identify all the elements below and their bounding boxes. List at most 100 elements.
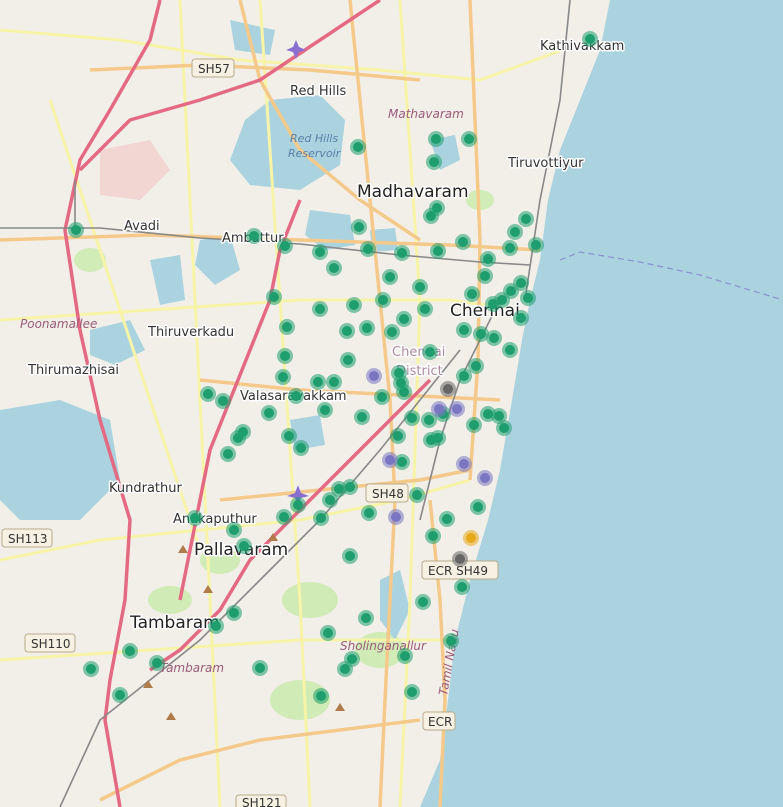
green-marker-core[interactable]: [459, 371, 469, 381]
green-marker-core[interactable]: [361, 613, 371, 623]
green-marker-core[interactable]: [249, 231, 259, 241]
green-marker-core[interactable]: [469, 420, 479, 430]
green-marker-core[interactable]: [152, 658, 162, 668]
green-marker-core[interactable]: [442, 514, 452, 524]
green-marker-core[interactable]: [428, 531, 438, 541]
green-marker-core[interactable]: [397, 457, 407, 467]
purple-marker-core[interactable]: [480, 473, 490, 483]
green-marker-core[interactable]: [329, 263, 339, 273]
green-marker-core[interactable]: [489, 333, 499, 343]
green-marker-core[interactable]: [282, 322, 292, 332]
green-marker-core[interactable]: [399, 387, 409, 397]
green-marker-core[interactable]: [229, 608, 239, 618]
green-marker-core[interactable]: [364, 508, 374, 518]
purple-marker-core[interactable]: [452, 404, 462, 414]
green-marker-core[interactable]: [315, 247, 325, 257]
green-marker-core[interactable]: [115, 690, 125, 700]
green-marker-core[interactable]: [424, 415, 434, 425]
green-marker-core[interactable]: [521, 214, 531, 224]
green-marker-core[interactable]: [279, 512, 289, 522]
green-marker-core[interactable]: [523, 293, 533, 303]
green-marker-core[interactable]: [433, 246, 443, 256]
green-marker-core[interactable]: [467, 289, 477, 299]
green-marker-core[interactable]: [334, 484, 344, 494]
green-marker-core[interactable]: [278, 372, 288, 382]
green-marker-core[interactable]: [296, 443, 306, 453]
purple-marker-core[interactable]: [391, 512, 401, 522]
green-marker-core[interactable]: [239, 541, 249, 551]
green-marker-core[interactable]: [531, 240, 541, 250]
purple-marker-core[interactable]: [459, 459, 469, 469]
green-marker-core[interactable]: [420, 304, 430, 314]
green-marker-core[interactable]: [494, 411, 504, 421]
green-marker-core[interactable]: [293, 500, 303, 510]
map-canvas[interactable]: Kathivakkam Red Hills Mathavaram Red Hil…: [0, 0, 783, 807]
green-marker-core[interactable]: [86, 664, 96, 674]
green-marker-core[interactable]: [280, 351, 290, 361]
green-marker-core[interactable]: [345, 551, 355, 561]
green-marker-core[interactable]: [471, 361, 481, 371]
green-marker-core[interactable]: [323, 628, 333, 638]
green-marker-core[interactable]: [505, 345, 515, 355]
green-marker-core[interactable]: [255, 663, 265, 673]
green-marker-core[interactable]: [426, 211, 436, 221]
green-marker-core[interactable]: [125, 646, 135, 656]
green-marker-core[interactable]: [431, 134, 441, 144]
green-marker-core[interactable]: [349, 300, 359, 310]
green-marker-core[interactable]: [488, 299, 498, 309]
green-marker-core[interactable]: [363, 244, 373, 254]
green-marker-core[interactable]: [387, 327, 397, 337]
green-marker-core[interactable]: [329, 377, 339, 387]
green-marker-core[interactable]: [418, 597, 428, 607]
green-marker-core[interactable]: [446, 636, 456, 646]
green-marker-core[interactable]: [393, 431, 403, 441]
purple-marker-core[interactable]: [385, 455, 395, 465]
green-marker-core[interactable]: [325, 495, 335, 505]
green-marker-core[interactable]: [585, 34, 595, 44]
green-marker-core[interactable]: [354, 222, 364, 232]
green-marker-core[interactable]: [284, 431, 294, 441]
green-marker-core[interactable]: [203, 389, 213, 399]
green-marker-core[interactable]: [233, 433, 243, 443]
green-marker-core[interactable]: [377, 392, 387, 402]
green-marker-core[interactable]: [357, 412, 367, 422]
green-marker-core[interactable]: [269, 292, 279, 302]
green-marker-core[interactable]: [362, 323, 372, 333]
green-marker-core[interactable]: [343, 355, 353, 365]
green-marker-core[interactable]: [412, 490, 422, 500]
map-tiles[interactable]: Kathivakkam Red Hills Mathavaram Red Hil…: [0, 0, 783, 807]
green-marker-core[interactable]: [464, 134, 474, 144]
green-marker-core[interactable]: [397, 248, 407, 258]
green-marker-core[interactable]: [510, 227, 520, 237]
green-marker-core[interactable]: [223, 449, 233, 459]
green-marker-core[interactable]: [505, 243, 515, 253]
green-marker-core[interactable]: [264, 408, 274, 418]
green-marker-core[interactable]: [378, 295, 388, 305]
green-marker-core[interactable]: [399, 314, 409, 324]
green-marker-core[interactable]: [313, 377, 323, 387]
green-marker-core[interactable]: [190, 513, 200, 523]
green-marker-core[interactable]: [415, 282, 425, 292]
green-marker-core[interactable]: [400, 651, 410, 661]
green-marker-core[interactable]: [499, 423, 509, 433]
green-marker-core[interactable]: [342, 326, 352, 336]
green-marker-core[interactable]: [473, 502, 483, 512]
purple-marker-core[interactable]: [434, 404, 444, 414]
green-marker-core[interactable]: [459, 325, 469, 335]
green-marker-core[interactable]: [229, 525, 239, 535]
purple-marker-core[interactable]: [369, 371, 379, 381]
green-marker-core[interactable]: [71, 225, 81, 235]
green-marker-core[interactable]: [407, 413, 417, 423]
green-marker-core[interactable]: [483, 254, 493, 264]
green-marker-core[interactable]: [476, 329, 486, 339]
green-marker-core[interactable]: [316, 513, 326, 523]
green-marker-core[interactable]: [291, 391, 301, 401]
gray-marker-core[interactable]: [443, 384, 453, 394]
green-marker-core[interactable]: [211, 621, 221, 631]
green-marker-core[interactable]: [457, 582, 467, 592]
green-marker-core[interactable]: [280, 241, 290, 251]
green-marker-core[interactable]: [425, 347, 435, 357]
green-marker-core[interactable]: [340, 664, 350, 674]
green-marker-core[interactable]: [433, 433, 443, 443]
green-marker-core[interactable]: [218, 396, 228, 406]
